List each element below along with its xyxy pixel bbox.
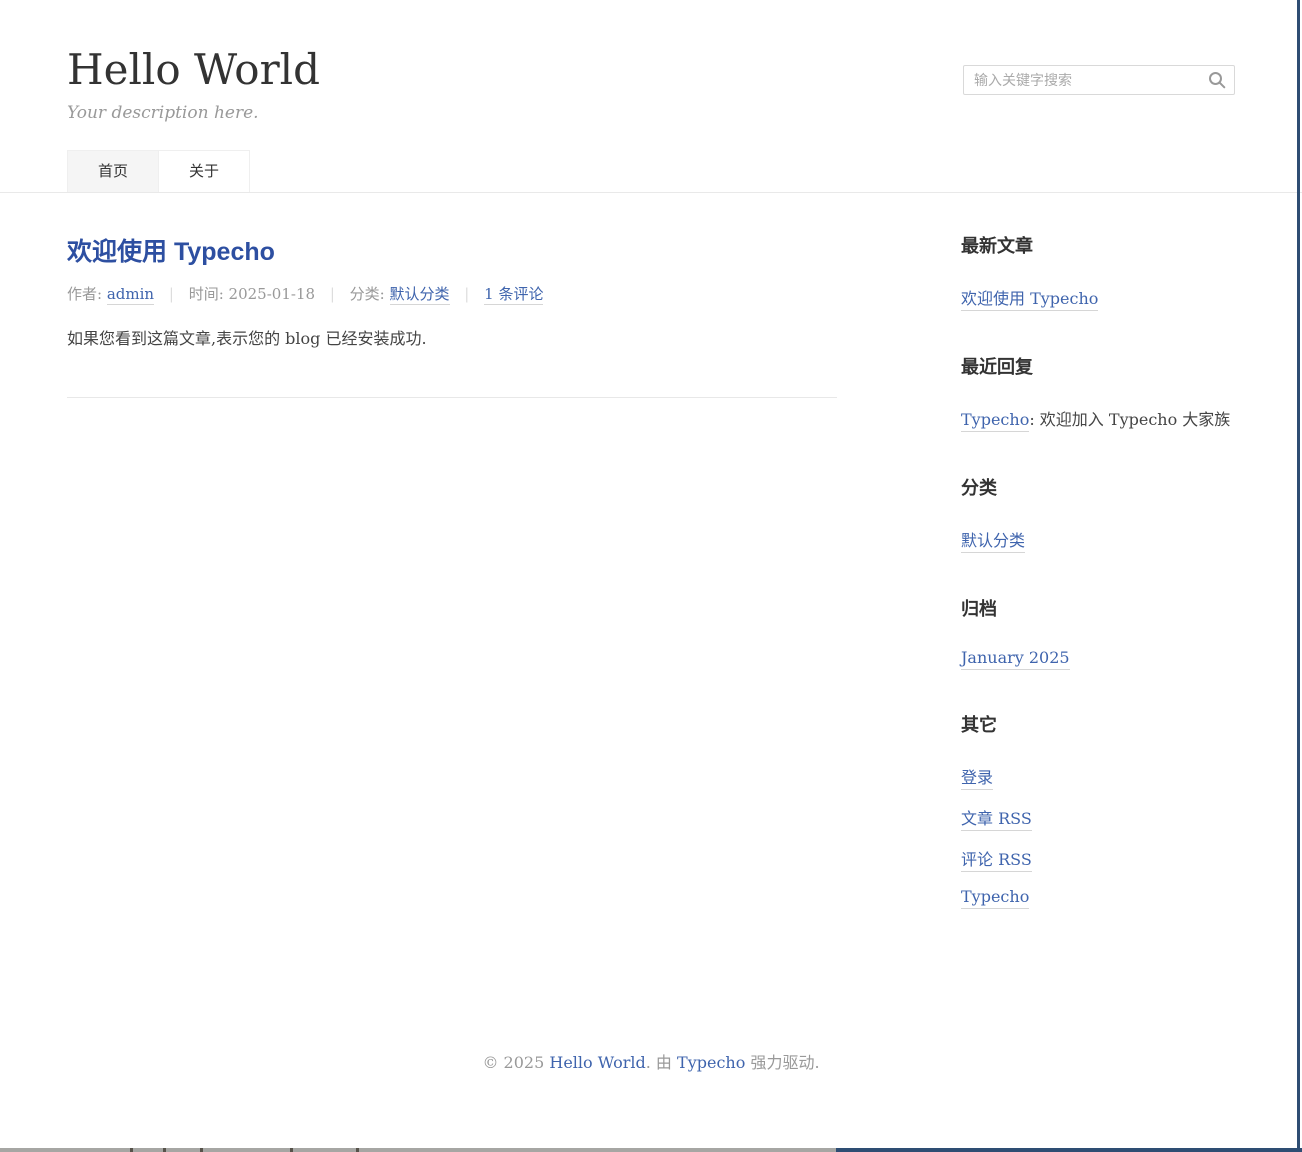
footer-site-link[interactable]: Hello World <box>549 1053 645 1072</box>
taskbar-edge <box>0 1148 1302 1152</box>
posts-rss-link[interactable]: 文章 RSS <box>961 809 1032 831</box>
nav-item-home[interactable]: 首页 <box>67 150 159 192</box>
author-link[interactable]: admin <box>107 285 154 305</box>
main-nav: 首页 关于 <box>67 150 1235 192</box>
site-title-link[interactable]: Hello World <box>67 46 320 94</box>
sidebar-section-archives: 归档 January 2025 <box>961 595 1235 667</box>
sidebar-heading-recent-posts: 最新文章 <box>961 232 1235 258</box>
window-bottom-border <box>836 1148 1302 1152</box>
post: 欢迎使用 Typecho 作者: admin | 时间: 2025-01-18 … <box>67 232 837 397</box>
archive-january-2025-link[interactable]: January 2025 <box>961 648 1070 670</box>
list-item: January 2025 <box>961 648 1235 667</box>
search-box <box>963 65 1235 95</box>
footer-by-text: 由 <box>656 1053 672 1072</box>
blog-page: Hello World Your description here. 首页 关于 <box>0 0 1302 1152</box>
meta-separator: | <box>330 285 335 303</box>
recent-comment-author-link[interactable]: Typecho <box>961 410 1029 432</box>
recent-comment-text: : 欢迎加入 Typecho 大家族 <box>1029 410 1230 429</box>
list-item: 文章 RSS <box>961 805 1235 829</box>
post-meta: 作者: admin | 时间: 2025-01-18 | 分类: 默认分类 | … <box>67 283 837 304</box>
list-item: 欢迎使用 Typecho <box>961 285 1235 309</box>
meta-separator: | <box>169 285 174 303</box>
search-icon[interactable] <box>1207 70 1227 90</box>
sidebar-heading-recent-comments: 最近回复 <box>961 353 1235 379</box>
copyright-text: © 2025 <box>482 1053 544 1072</box>
comments-link[interactable]: 1 条评论 <box>484 285 543 305</box>
category-label: 分类: <box>350 285 385 303</box>
window-right-border <box>1297 0 1300 1152</box>
sidebar-section-misc: 其它 登录 文章 RSS 评论 RSS Typecho <box>961 711 1235 906</box>
footer-powered-text: 强力驱动. <box>750 1053 819 1072</box>
sidebar: 最新文章 欢迎使用 Typecho 最近回复 Typecho: 欢迎加入 Typ… <box>961 232 1235 950</box>
post-body: 如果您看到这篇文章,表示您的 blog 已经安装成功. <box>67 328 837 350</box>
sidebar-section-categories: 分类 默认分类 <box>961 474 1235 551</box>
main-column: 欢迎使用 Typecho 作者: admin | 时间: 2025-01-18 … <box>67 232 837 950</box>
author-label: 作者: <box>67 285 102 303</box>
list-item: 默认分类 <box>961 527 1235 551</box>
post-title-link[interactable]: 欢迎使用 Typecho <box>67 232 275 268</box>
content-area: 欢迎使用 Typecho 作者: admin | 时间: 2025-01-18 … <box>67 193 1235 950</box>
recent-post-link[interactable]: 欢迎使用 Typecho <box>961 289 1098 311</box>
login-link[interactable]: 登录 <box>961 768 993 790</box>
footer: © 2025 Hello World. 由 Typecho 强力驱动. <box>0 950 1302 1073</box>
list-item: 登录 <box>961 764 1235 788</box>
time-label: 时间: <box>189 285 224 303</box>
list-item: 评论 RSS <box>961 846 1235 870</box>
category-default-link[interactable]: 默认分类 <box>961 531 1025 553</box>
footer-typecho-link[interactable]: Typecho <box>677 1053 745 1072</box>
search-input[interactable] <box>963 65 1235 95</box>
meta-separator: | <box>464 285 469 303</box>
site-description: Your description here. <box>67 103 1235 123</box>
list-item: Typecho <box>961 887 1235 906</box>
category-link[interactable]: 默认分类 <box>390 285 450 305</box>
nav-item-about[interactable]: 关于 <box>159 150 250 192</box>
taskbar-gray-sliver <box>0 1148 836 1152</box>
footer-dot: . <box>646 1053 651 1072</box>
sidebar-heading-archives: 归档 <box>961 595 1235 621</box>
header: Hello World Your description here. 首页 关于 <box>0 0 1302 193</box>
typecho-link[interactable]: Typecho <box>961 887 1029 909</box>
sidebar-section-recent-comments: 最近回复 Typecho: 欢迎加入 Typecho 大家族 <box>961 353 1235 430</box>
comments-rss-link[interactable]: 评论 RSS <box>961 850 1032 872</box>
sidebar-heading-misc: 其它 <box>961 711 1235 737</box>
post-divider <box>67 397 837 398</box>
list-item: Typecho: 欢迎加入 Typecho 大家族 <box>961 406 1235 430</box>
post-date: 2025-01-18 <box>229 285 315 303</box>
sidebar-section-recent-posts: 最新文章 欢迎使用 Typecho <box>961 232 1235 309</box>
sidebar-heading-categories: 分类 <box>961 474 1235 500</box>
